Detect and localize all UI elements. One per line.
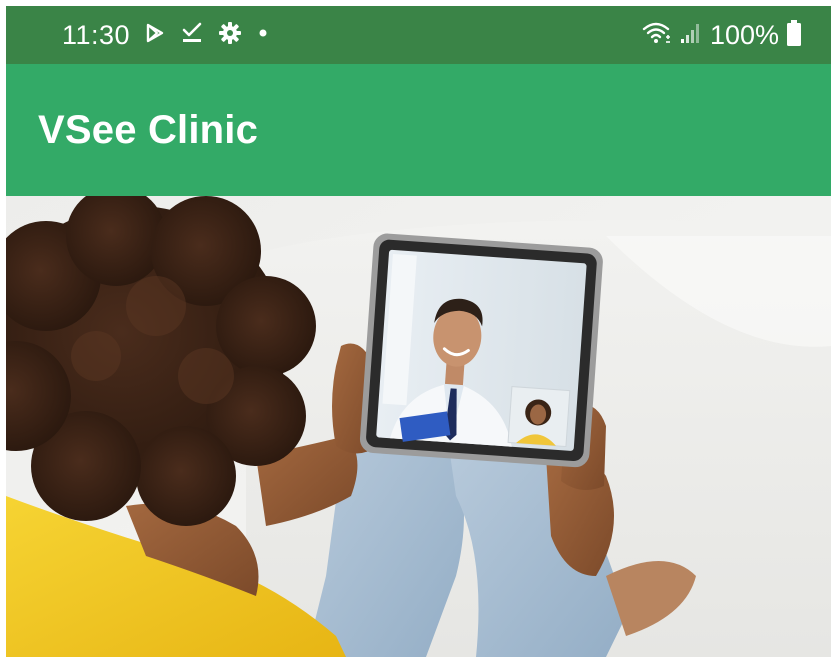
app-bar: VSee Clinic <box>6 64 831 196</box>
gear-icon <box>218 21 242 50</box>
telehealth-illustration <box>6 196 831 657</box>
app-title: VSee Clinic <box>38 108 259 152</box>
status-bar: 11:30 100% <box>6 6 831 64</box>
hero-image <box>6 196 831 657</box>
phone-screen: 11:30 100% VSee Clinic <box>6 6 831 657</box>
signal-icon <box>680 21 702 50</box>
download-done-icon <box>180 22 204 49</box>
status-right: 100% <box>642 6 801 64</box>
notification-dot-icon <box>256 26 270 45</box>
wifi-icon <box>642 21 672 50</box>
status-left: 11:30 <box>62 6 270 64</box>
status-time: 11:30 <box>62 19 131 50</box>
play-store-icon <box>144 22 166 49</box>
battery-percent: 100% <box>709 19 779 50</box>
battery-icon <box>787 19 801 51</box>
